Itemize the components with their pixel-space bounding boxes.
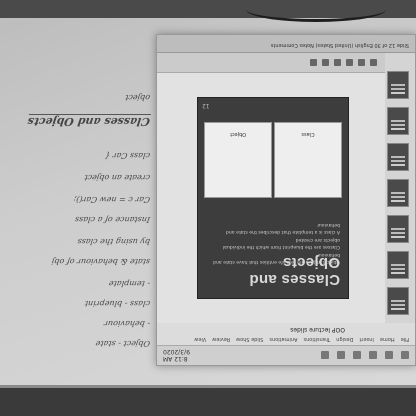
tab-file[interactable]: File [401, 336, 409, 342]
tab-view[interactable]: View [194, 336, 206, 342]
start-icon[interactable] [401, 351, 409, 360]
slide-thumbnail[interactable] [387, 179, 409, 207]
slide-thumbnail[interactable] [387, 71, 409, 99]
ribbon-tabs: File Home Insert Design Transitions Anim… [157, 336, 415, 345]
slide-bullet: Objects in Java are real life entities t… [213, 252, 340, 264]
slide-thumbnail[interactable] [387, 287, 409, 315]
handwritten-line: - behaviour [103, 319, 151, 328]
handwritten-line: class Car { [104, 151, 151, 160]
highlighter-icon[interactable] [358, 59, 365, 66]
eraser-icon[interactable] [346, 59, 353, 66]
slide-thumbnail[interactable] [387, 143, 409, 171]
slide-thumbnails-panel [384, 53, 415, 323]
tab-slide-show[interactable]: Slide Show [236, 336, 263, 342]
handwritten-line: object [124, 93, 151, 102]
text-icon[interactable] [322, 59, 329, 66]
document-title: OOP lecture slides [290, 326, 345, 333]
photo-scene: 8:12 AM 9/3/2020 File Home Insert Design… [0, 0, 416, 416]
taskbar: 8:12 AM 9/3/2020 [157, 345, 415, 365]
tab-animations[interactable]: Animations [269, 336, 297, 342]
handwritten-line: by using the class [76, 237, 151, 246]
slide-images: Class Object [204, 122, 342, 198]
tab-home[interactable]: Home [380, 336, 395, 342]
image-caption: Class [301, 131, 315, 137]
object-diagram-image: Object [204, 122, 272, 198]
handwritten-line: Instance of a class [74, 215, 151, 224]
handwritten-line: Car c = new Car(); [72, 195, 151, 204]
current-slide[interactable]: Classes and Objects Objects in Java are … [197, 97, 349, 299]
slide-bullet: A class is a template that describes the… [225, 222, 340, 234]
handwritten-line: create an object [83, 173, 151, 182]
handwritten-line: Object - state [94, 339, 151, 348]
class-diagram-image: Class [274, 122, 342, 198]
pen-icon[interactable] [370, 59, 377, 66]
tab-transitions[interactable]: Transitions [303, 336, 330, 342]
zoom-icon[interactable] [310, 59, 317, 66]
powerpoint-icon[interactable] [337, 351, 345, 360]
slide-thumbnail[interactable] [387, 215, 409, 243]
slide-thumbnail[interactable] [387, 251, 409, 279]
taskbar-clock: 8:12 AM 9/3/2020 [163, 348, 190, 363]
handwritten-line: - template [108, 279, 151, 288]
status-bar: Slide 12 of 30 English (United States) N… [157, 35, 415, 53]
handwritten-line: state & behaviour of obj [51, 257, 151, 266]
search-icon[interactable] [385, 351, 393, 360]
slide-bullets: Objects in Java are real life entities t… [206, 218, 340, 264]
task-view-icon[interactable] [369, 351, 377, 360]
projected-screen: 8:12 AM 9/3/2020 File Home Insert Design… [156, 34, 416, 366]
slide-number: 12 [202, 102, 210, 109]
drawing-toolbar [157, 53, 385, 73]
handwritten-line: class - blueprint [84, 299, 151, 308]
slide-bullet: Classes are the blueprint from which the… [222, 237, 340, 249]
whiteboard-title: Classes and Objects [26, 114, 151, 128]
tab-review[interactable]: Review [212, 336, 230, 342]
image-caption: Object [229, 131, 247, 137]
ribbon: File Home Insert Design Transitions Anim… [157, 322, 415, 345]
chrome-icon[interactable] [321, 351, 329, 360]
whiteboard-notes: Classes and Objects Object - state - beh… [4, 56, 154, 356]
slide-canvas: Classes and Objects Objects in Java are … [157, 73, 385, 323]
tab-insert[interactable]: Insert [360, 336, 374, 342]
explorer-icon[interactable] [353, 351, 361, 360]
shapes-icon[interactable] [334, 59, 341, 66]
slide-thumbnail[interactable] [387, 107, 409, 135]
board-frame [0, 388, 416, 416]
tab-design[interactable]: Design [336, 336, 353, 342]
